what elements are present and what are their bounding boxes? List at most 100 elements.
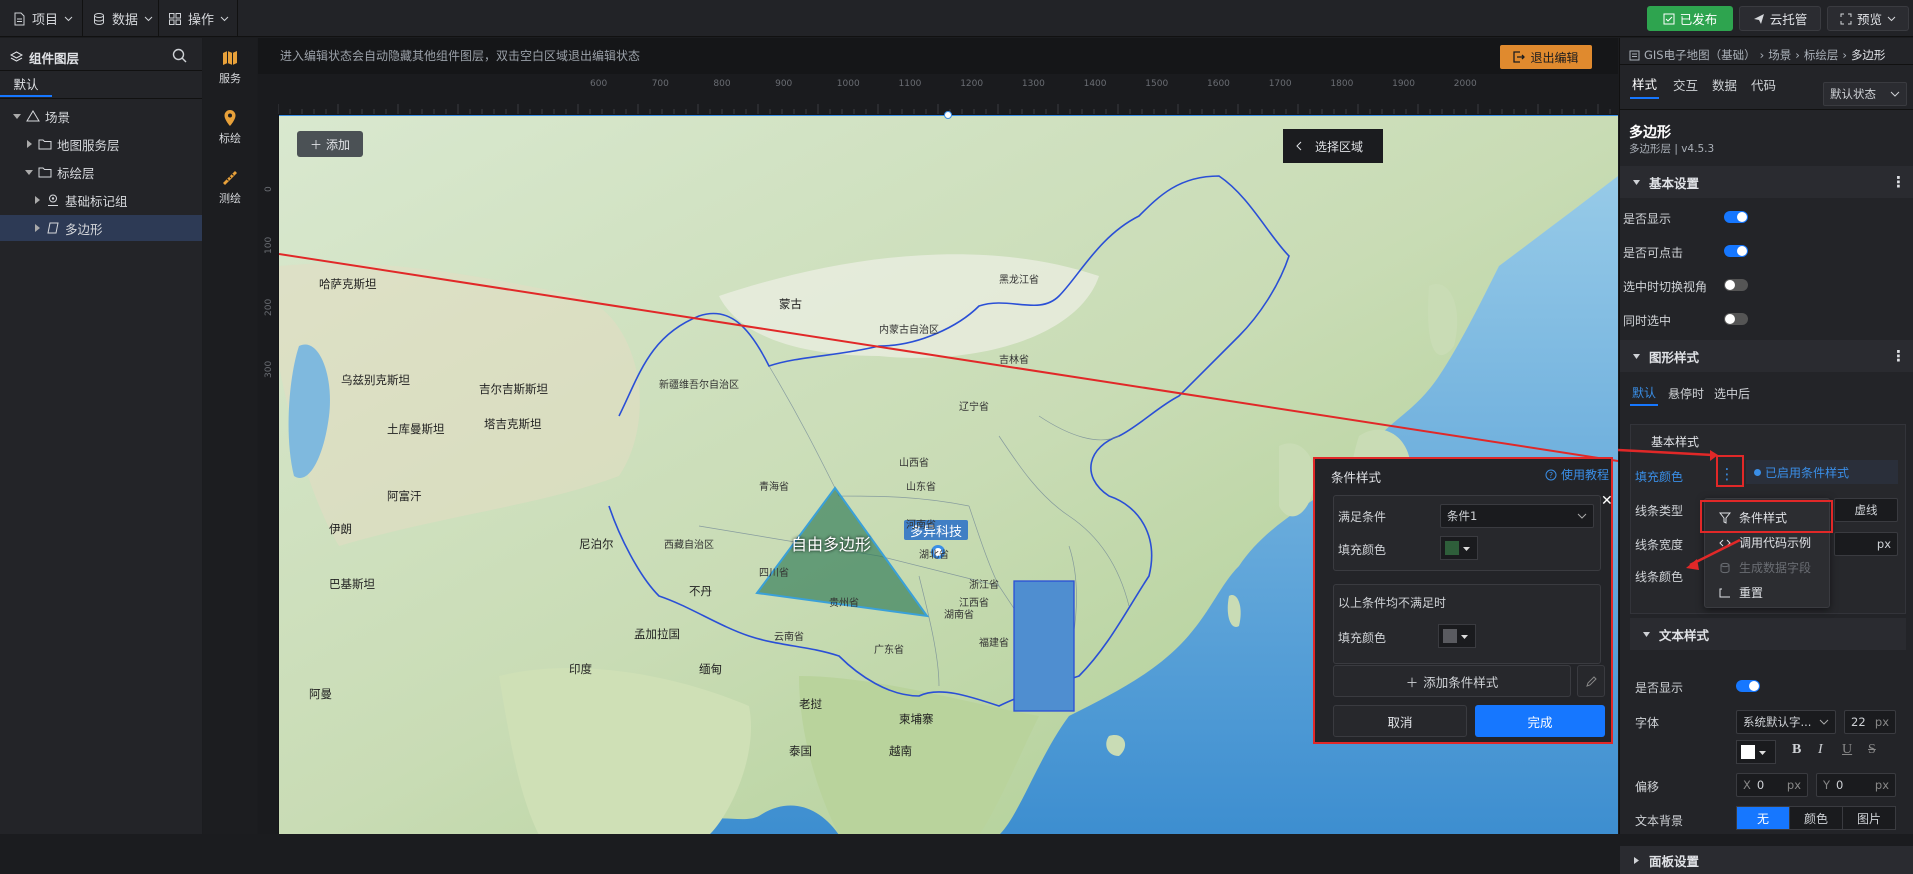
- menu-data[interactable]: 数据: [86, 0, 159, 37]
- ruler-label: 1800: [1330, 79, 1353, 89]
- select-region-button[interactable]: 选择区域: [1283, 129, 1383, 163]
- add-condition-button[interactable]: ＋ 添加条件样式: [1333, 665, 1571, 697]
- menu-data-label: 数据: [112, 13, 139, 28]
- resize-handle[interactable]: [944, 111, 952, 119]
- section-title: 面板设置: [1649, 853, 1700, 869]
- breadcrumb-item[interactable]: 标绘层: [1804, 47, 1839, 63]
- tool-service[interactable]: 服务: [203, 42, 257, 92]
- menu-project[interactable]: 项目: [6, 0, 79, 37]
- caret-down-icon: [1633, 179, 1640, 185]
- line-width-input[interactable]: px: [1834, 532, 1898, 556]
- cloud-host-button[interactable]: 云托管: [1739, 6, 1821, 31]
- more-icon[interactable]: ⋮: [1891, 173, 1906, 191]
- fullscreen-icon: [1840, 13, 1852, 24]
- ruler-label: 1000: [837, 79, 860, 89]
- chevron-down-icon: [220, 16, 229, 22]
- text-bg-color[interactable]: 颜色: [1789, 807, 1842, 829]
- ruler-label: 300: [264, 361, 274, 378]
- tab-code[interactable]: 代码: [1751, 75, 1776, 94]
- done-button[interactable]: 完成: [1475, 705, 1605, 737]
- offset-y-input[interactable]: Y 0 px: [1816, 773, 1896, 797]
- tab-data[interactable]: 数据: [1712, 75, 1737, 94]
- text-bg-segmented: 无 颜色 图片: [1736, 806, 1896, 830]
- text-show-label: 是否显示: [1635, 681, 1684, 695]
- more-icon[interactable]: ⋮: [1891, 347, 1906, 365]
- layers-icon: [10, 51, 23, 62]
- ruler-label: 1600: [1207, 79, 1230, 89]
- section-shape-style[interactable]: 图形样式 ⋮: [1620, 340, 1913, 372]
- else-fill-color-picker[interactable]: [1438, 624, 1476, 648]
- ruler-label: 0: [264, 186, 274, 192]
- section-panel-settings[interactable]: 面板设置: [1620, 846, 1913, 874]
- text-color-picker[interactable]: [1736, 740, 1776, 764]
- font-select-value: 系统默认字...: [1743, 715, 1812, 729]
- tool-measure[interactable]: 测绘: [203, 162, 257, 212]
- chevron-down-icon: [64, 16, 73, 22]
- exit-edit-button[interactable]: 退出编辑: [1500, 45, 1592, 69]
- province-label: 吉林省: [999, 355, 1029, 366]
- tab-interaction[interactable]: 交互: [1673, 75, 1698, 94]
- section-text-style[interactable]: 文本样式: [1630, 618, 1906, 650]
- condition-select[interactable]: 条件1: [1440, 504, 1594, 528]
- measure-icon: [223, 170, 237, 185]
- font-size-input[interactable]: 22 px: [1844, 710, 1896, 734]
- tree-item-basic-marker-group[interactable]: 基础标记组: [0, 187, 202, 213]
- caret-down-icon: [1463, 546, 1470, 551]
- co-select-toggle[interactable]: [1724, 313, 1748, 325]
- tab-style[interactable]: 样式: [1630, 70, 1660, 99]
- tree-item-scene[interactable]: 场景: [0, 103, 202, 129]
- menu-operation[interactable]: 操作: [162, 0, 235, 37]
- offset-x-input[interactable]: X 0 px: [1736, 773, 1808, 797]
- text-show-toggle[interactable]: [1736, 680, 1760, 692]
- strikethrough-icon[interactable]: S: [1868, 742, 1876, 758]
- country-label: 不丹: [689, 584, 712, 598]
- search-icon[interactable]: [172, 48, 187, 63]
- ruler-label: 1100: [899, 79, 922, 89]
- preview-button[interactable]: 预览: [1827, 6, 1909, 31]
- fill-color-picker[interactable]: [1440, 536, 1478, 560]
- component-title: 多边形: [1629, 125, 1671, 141]
- publish-button[interactable]: 已发布: [1647, 6, 1733, 31]
- bold-icon[interactable]: B: [1792, 742, 1801, 758]
- ruler-top: 600 700 800 900 1000 1100 1200 1300 1400 1500 1600…: [278, 74, 1618, 114]
- province-label: 浙江省: [969, 580, 999, 591]
- show-toggle[interactable]: [1724, 211, 1748, 223]
- state-select[interactable]: 默认状态: [1823, 82, 1907, 106]
- polygon-icon: [47, 222, 59, 234]
- tool-plot[interactable]: 标绘: [203, 102, 257, 152]
- section-basic-settings[interactable]: 基本设置 ⋮: [1620, 166, 1913, 198]
- cancel-button[interactable]: 取消: [1333, 705, 1467, 737]
- font-select[interactable]: 系统默认字...: [1736, 710, 1836, 734]
- tool-measure-label: 测绘: [219, 191, 241, 205]
- province-label: 青海省: [759, 482, 789, 493]
- caret-down-icon: [1461, 634, 1468, 639]
- ruler-label: 700: [652, 79, 669, 89]
- province-label: 山西省: [899, 458, 929, 469]
- chevron-down-icon: [144, 16, 153, 22]
- text-bg-image[interactable]: 图片: [1842, 807, 1895, 829]
- pick-style-button[interactable]: [1577, 665, 1605, 697]
- breadcrumb-item[interactable]: 场景: [1768, 47, 1791, 63]
- fill-color-swatch: [1445, 541, 1459, 555]
- switch-view-toggle[interactable]: [1724, 279, 1748, 291]
- offset-y-value: 0: [1836, 778, 1844, 792]
- menu-item-reset[interactable]: 重置: [1705, 580, 1831, 605]
- tree-item-polygon[interactable]: 多边形: [0, 215, 202, 241]
- tree-item-plot-layer[interactable]: 标绘层: [0, 159, 202, 185]
- text-bg-none[interactable]: 无: [1737, 807, 1789, 829]
- toggle-label: 选中时切换视角: [1623, 280, 1708, 294]
- caret-down-icon: [1633, 353, 1640, 359]
- line-type-dashed[interactable]: 虚线: [1834, 498, 1898, 522]
- underline-icon[interactable]: U: [1842, 742, 1852, 758]
- tab-default[interactable]: 默认: [0, 71, 52, 97]
- italic-icon[interactable]: I: [1818, 742, 1823, 758]
- caret-right-icon: [27, 140, 32, 148]
- tree-item-map-service-layer[interactable]: 地图服务层: [0, 131, 202, 157]
- caret-right-icon: [35, 196, 40, 204]
- clickable-toggle[interactable]: [1724, 245, 1748, 257]
- add-button[interactable]: ＋ 添加: [297, 131, 363, 157]
- country-label: 泰国: [789, 744, 812, 758]
- done-label: 完成: [1527, 714, 1553, 730]
- breadcrumb-item[interactable]: GIS电子地图（基础）: [1644, 47, 1756, 63]
- breadcrumb-current: 多边形: [1850, 48, 1886, 62]
